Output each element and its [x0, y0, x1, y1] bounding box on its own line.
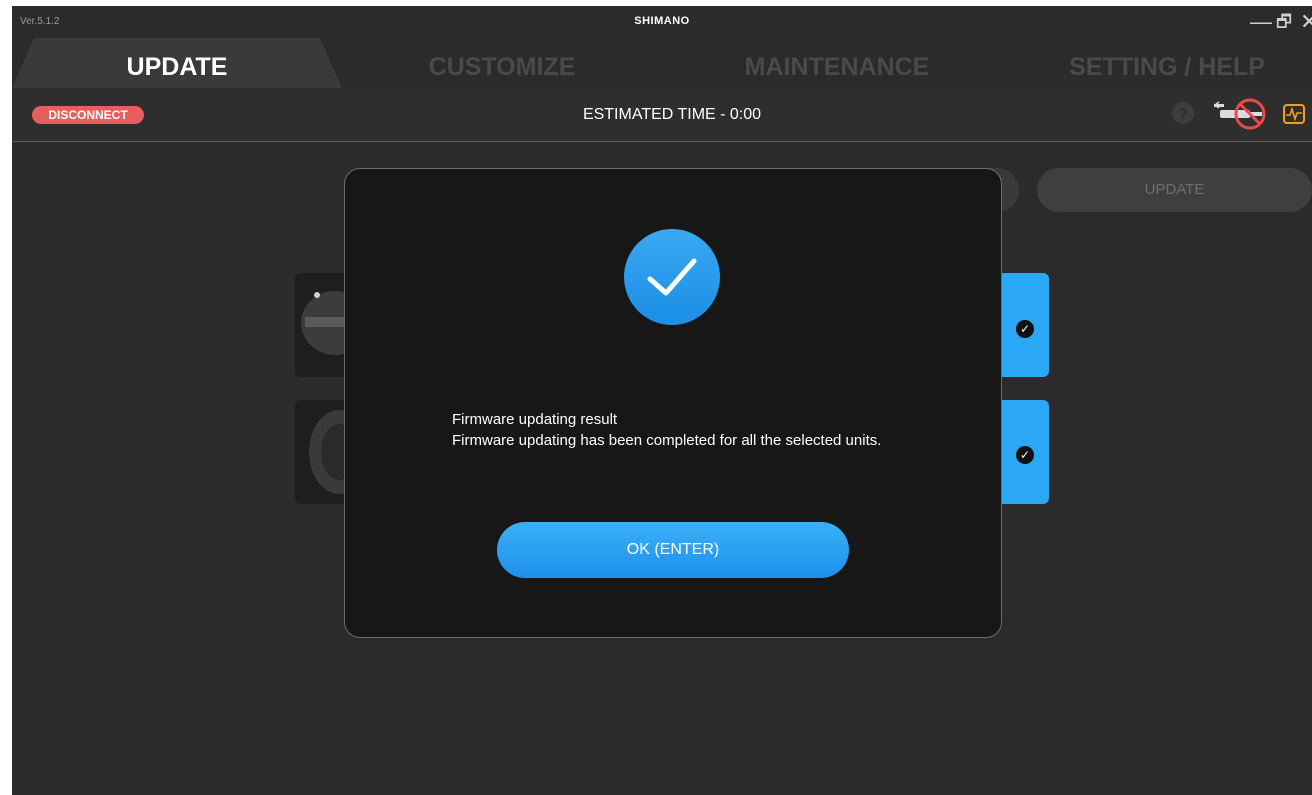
dialog-title: Firmware updating result [452, 411, 618, 428]
main-tabs: UPDATE CUSTOMIZE MAINTENANCE SETTING / H… [12, 38, 1312, 88]
minimize-icon[interactable]: — [1250, 8, 1272, 36]
tab-maintenance[interactable]: MAINTENANCE [677, 38, 997, 88]
title-bar: Ver.5.1.2 SHIMANO — 🗗 ✕ [12, 6, 1312, 38]
tab-setting-help[interactable]: SETTING / HELP [1012, 38, 1312, 88]
close-icon[interactable]: ✕ [1300, 8, 1312, 36]
checkmark-icon [624, 229, 720, 325]
tab-update[interactable]: UPDATE [12, 38, 342, 88]
brand-logo: SHIMANO [634, 15, 690, 27]
result-dialog: Firmware updating result Firmware updati… [344, 168, 1002, 638]
estimated-time: ESTIMATED TIME - 0:00 [582, 106, 762, 123]
dialog-message: Firmware updating has been completed for… [452, 432, 882, 449]
restore-icon[interactable]: 🗗 [1276, 8, 1292, 36]
check-icon: ✓ [1016, 320, 1034, 338]
status-toolbar: DISCONNECT ESTIMATED TIME - 0:00 ? [12, 88, 1312, 142]
no-connection-icon[interactable] [1212, 96, 1272, 132]
update-button[interactable]: UPDATE [1037, 168, 1312, 212]
help-icon[interactable]: ? [1172, 102, 1194, 124]
ok-button[interactable]: OK (ENTER) [497, 522, 849, 578]
check-icon: ✓ [1016, 446, 1034, 464]
app-window: Ver.5.1.2 SHIMANO — 🗗 ✕ UPDATE CUSTOMIZE… [12, 6, 1312, 795]
pulse-monitor-icon[interactable] [1282, 102, 1306, 126]
tab-customize[interactable]: CUSTOMIZE [342, 38, 662, 88]
